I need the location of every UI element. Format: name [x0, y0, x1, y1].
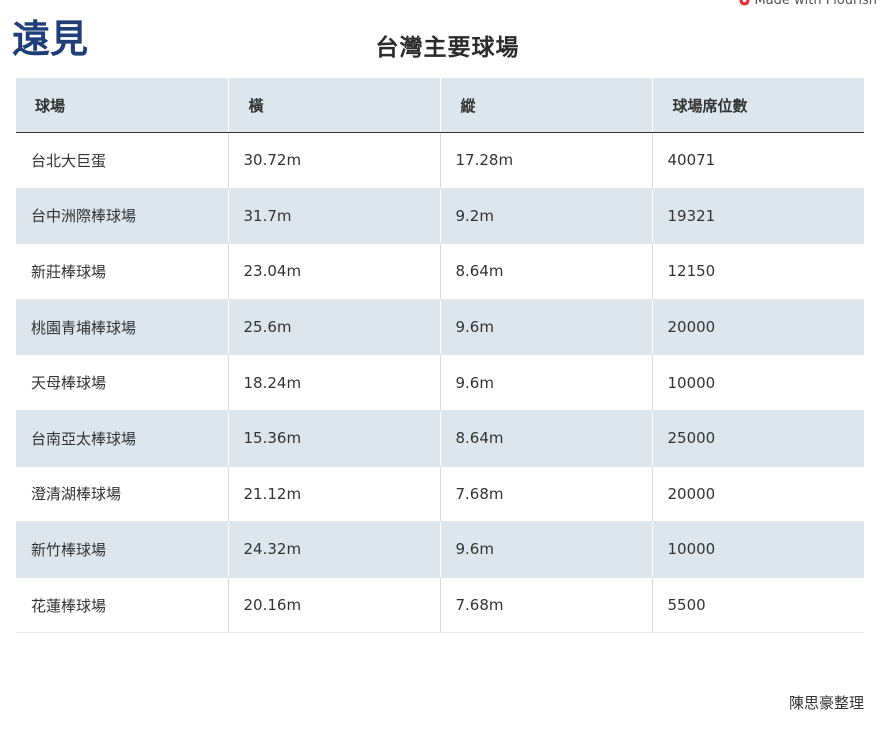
cell-width: 18.24m: [228, 354, 441, 411]
column-header-width[interactable]: 橫: [228, 78, 441, 133]
cell-seats: 10000: [652, 354, 864, 411]
cell-stadium: 桃園青埔棒球場: [16, 299, 229, 356]
cell-seats: 5500: [652, 577, 864, 634]
cell-seats: 40071: [652, 132, 864, 189]
column-header-length[interactable]: 縱: [440, 78, 653, 133]
made-with-flourish-link[interactable]: Made with Flourish: [739, 0, 877, 8]
cell-width: 25.6m: [228, 299, 441, 356]
cell-seats: 20000: [652, 466, 864, 523]
cell-length: 9.6m: [440, 521, 653, 578]
flourish-logo-icon: [739, 0, 751, 6]
table-row: 台中洲際棒球場 31.7m 9.2m 19321: [16, 188, 864, 245]
table-row: 桃園青埔棒球場 25.6m 9.6m 20000: [16, 299, 864, 356]
cell-stadium: 新竹棒球場: [16, 521, 229, 578]
source-note: 陳思豪整理: [788, 694, 864, 712]
column-header-stadium[interactable]: 球場: [16, 78, 229, 133]
cell-width: 23.04m: [228, 243, 441, 300]
table-header-row: 球場 橫 縱 球場席位數: [16, 78, 864, 133]
cell-length: 9.6m: [440, 354, 653, 411]
cell-stadium: 台南亞太棒球場: [16, 410, 229, 467]
cell-stadium: 花蓮棒球場: [16, 577, 229, 634]
cell-length: 9.6m: [440, 299, 653, 356]
cell-stadium: 澄清湖棒球場: [16, 466, 229, 523]
table-row: 澄清湖棒球場 21.12m 7.68m 20000: [16, 466, 864, 523]
cell-length: 7.68m: [440, 577, 653, 634]
page-title: 台灣主要球場: [375, 35, 520, 61]
table-body: 台北大巨蛋 30.72m 17.28m 40071 台中洲際棒球場 31.7m …: [16, 132, 864, 634]
cell-length: 8.64m: [440, 410, 653, 467]
cell-seats: 12150: [652, 243, 864, 300]
cell-seats: 10000: [652, 521, 864, 578]
table-row: 花蓮棒球場 20.16m 7.68m 5500: [16, 577, 864, 634]
stadium-table-container: 球場 橫 縱 球場席位數 台北大巨蛋 30.72m 17.28m 40071 台…: [16, 78, 864, 634]
cell-width: 30.72m: [228, 132, 441, 189]
cell-seats: 19321: [652, 188, 864, 245]
cell-width: 31.7m: [228, 188, 441, 245]
cell-width: 15.36m: [228, 410, 441, 467]
cell-length: 8.64m: [440, 243, 653, 300]
cell-stadium: 天母棒球場: [16, 354, 229, 411]
cell-stadium: 新莊棒球場: [16, 243, 229, 300]
cell-length: 17.28m: [440, 132, 653, 189]
cell-seats: 25000: [652, 410, 864, 467]
stadium-table: 球場 橫 縱 球場席位數 台北大巨蛋 30.72m 17.28m 40071 台…: [16, 78, 864, 634]
table-row: 台北大巨蛋 30.72m 17.28m 40071: [16, 132, 864, 189]
cell-length: 7.68m: [440, 466, 653, 523]
table-header: 球場 橫 縱 球場席位數: [16, 78, 864, 133]
cell-seats: 20000: [652, 299, 864, 356]
cell-width: 24.32m: [228, 521, 441, 578]
table-row: 新莊棒球場 23.04m 8.64m 12150: [16, 243, 864, 300]
cell-width: 20.16m: [228, 577, 441, 634]
cell-length: 9.2m: [440, 188, 653, 245]
column-header-seats[interactable]: 球場席位數: [652, 78, 864, 133]
table-row: 天母棒球場 18.24m 9.6m 10000: [16, 354, 864, 411]
cell-width: 21.12m: [228, 466, 441, 523]
made-with-label: Made with Flourish: [754, 0, 877, 8]
table-row: 台南亞太棒球場 15.36m 8.64m 25000: [16, 410, 864, 467]
table-row: 新竹棒球場 24.32m 9.6m 10000: [16, 521, 864, 578]
cell-stadium: 台北大巨蛋: [16, 132, 229, 189]
cell-stadium: 台中洲際棒球場: [16, 188, 229, 245]
